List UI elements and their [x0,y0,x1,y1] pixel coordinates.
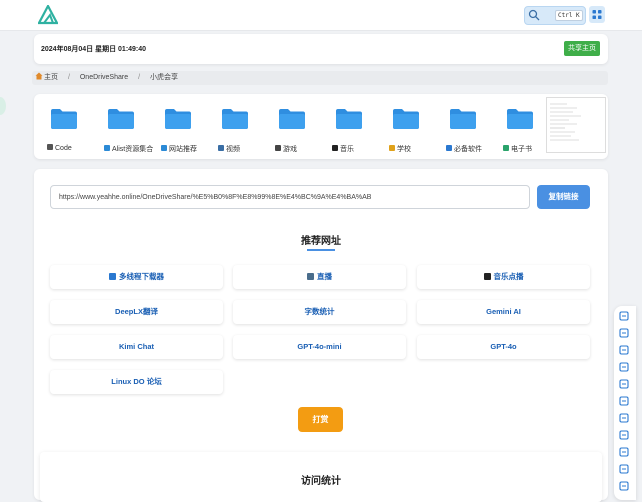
search-icon [528,9,540,21]
recommend-link-button[interactable]: Kimi Chat [50,335,223,359]
recommend-link-button[interactable]: GPT-4o [417,335,590,359]
grid-icon [592,10,602,19]
folder-name: 音乐 [340,146,354,153]
folder-label: 电子书 [503,144,532,154]
recommend-link-label: 字数统计 [304,307,335,316]
breadcrumb-onedriveshare[interactable]: OneDriveShare [80,71,128,85]
recommend-link-button[interactable]: 直播 [233,265,406,289]
folder-name: 视频 [226,146,240,153]
folder-name: Code [55,145,72,152]
stats-title: 访问统计 [301,476,341,487]
music-icon [483,273,491,280]
folder-icon [51,109,77,129]
recommend-link-button[interactable]: 字数统计 [233,300,406,324]
folder-label: 必备软件 [446,144,482,154]
breadcrumb-separator: / [67,74,70,81]
folder-plus-icon[interactable] [619,345,629,355]
music-icon [332,145,338,151]
folder-label: 游戏 [275,144,297,154]
recommend-link-button[interactable]: 多线程下载器 [50,265,223,289]
download-icon [109,273,116,280]
folder-label: Code [47,144,72,152]
folder-icon [393,109,419,129]
folder-name: 必备软件 [454,146,482,153]
recommend-link-label: 音乐点播 [493,272,524,281]
qr-code-icon[interactable] [619,396,629,406]
recommend-link-button[interactable]: DeepLX翻译 [50,300,223,324]
book-icon [503,145,509,151]
home-icon [35,71,44,85]
gamepad-icon [275,145,281,151]
recommend-link-label: Kimi Chat [118,342,154,351]
recommend-link-button[interactable]: 音乐点播 [417,265,590,289]
recommend-link-label: GPT-4o-mini [297,342,342,351]
share-url-input[interactable]: https://www.yeahhe.online/OneDriveShare/… [50,185,530,209]
edge-decoration [0,97,6,115]
folder-label: 网站推荐 [161,144,197,154]
tv-icon [307,273,314,280]
settings-icon[interactable] [619,464,629,474]
recommend-link-label: 多线程下载器 [119,272,164,281]
school-icon [389,145,395,151]
recommend-link-label: Linux DO 论坛 [111,377,162,386]
donate-button[interactable]: 打赏 [298,407,343,432]
folder-icon [507,109,533,129]
code-icon [47,144,53,150]
folder-icon [165,109,191,129]
tutorial-thumbnail[interactable] [546,97,606,153]
folder-icon [450,109,476,129]
copy-link-button[interactable]: 复制链接 [537,185,590,209]
title-underline [307,249,335,251]
app-icon [446,145,452,151]
folder-icon [336,109,362,129]
recommend-link-button[interactable]: Linux DO 论坛 [50,370,223,394]
top-bar: Ctrl K [0,0,642,31]
recommend-link-label: 直播 [317,272,332,281]
globe-icon [161,145,167,151]
breadcrumb-current: 小虎会享 [149,74,178,81]
shortcut-hint: Ctrl K [555,10,583,21]
refresh-icon[interactable] [619,311,629,321]
recommend-link-label: DeepLX翻译 [115,307,158,316]
folder-icon [222,109,248,129]
recommend-title: 推荐网址 [301,236,341,247]
film-icon [218,145,224,151]
folder-name: 游戏 [283,146,297,153]
recommend-link-label: Gemini AI [486,307,521,316]
fingerprint-icon[interactable] [619,430,629,440]
folder-name: 网站推荐 [169,146,197,153]
upload-icon[interactable] [619,413,629,423]
globe-icon [104,145,110,151]
search-button[interactable]: Ctrl K [524,6,586,25]
breadcrumb-separator: / [138,74,141,81]
folder-name: Alist资源集合 [112,146,154,153]
sort-icon[interactable] [619,362,629,372]
folder-icon[interactable] [619,379,629,389]
check-icon[interactable] [619,447,629,457]
folder-icon [108,109,134,129]
grid-menu-button[interactable] [589,6,605,23]
folder-label: 视频 [218,144,240,154]
share-home-button[interactable]: 共享主页 [564,41,600,56]
new-file-icon[interactable] [619,328,629,338]
folder-icon [279,109,305,129]
recommend-link-button[interactable]: GPT-4o-mini [233,335,406,359]
folder-label: 学校 [389,144,411,154]
breadcrumb: 主页 / OneDriveShare / 小虎会享 [32,71,608,85]
logo-icon[interactable] [38,5,58,25]
folder-name: 电子书 [511,146,532,153]
back-to-top-icon[interactable] [619,481,629,491]
folder-label: 音乐 [332,144,354,154]
datetime-text: 2024年08月04日 星期日 01:49:40 [41,46,147,53]
folder-name: 学校 [397,146,411,153]
breadcrumb-home[interactable]: 主页 [44,71,58,85]
recommend-link-button[interactable]: Gemini AI [417,300,590,324]
recommend-link-label: GPT-4o [490,342,517,351]
folder-label: Alist资源集合 [104,144,153,154]
